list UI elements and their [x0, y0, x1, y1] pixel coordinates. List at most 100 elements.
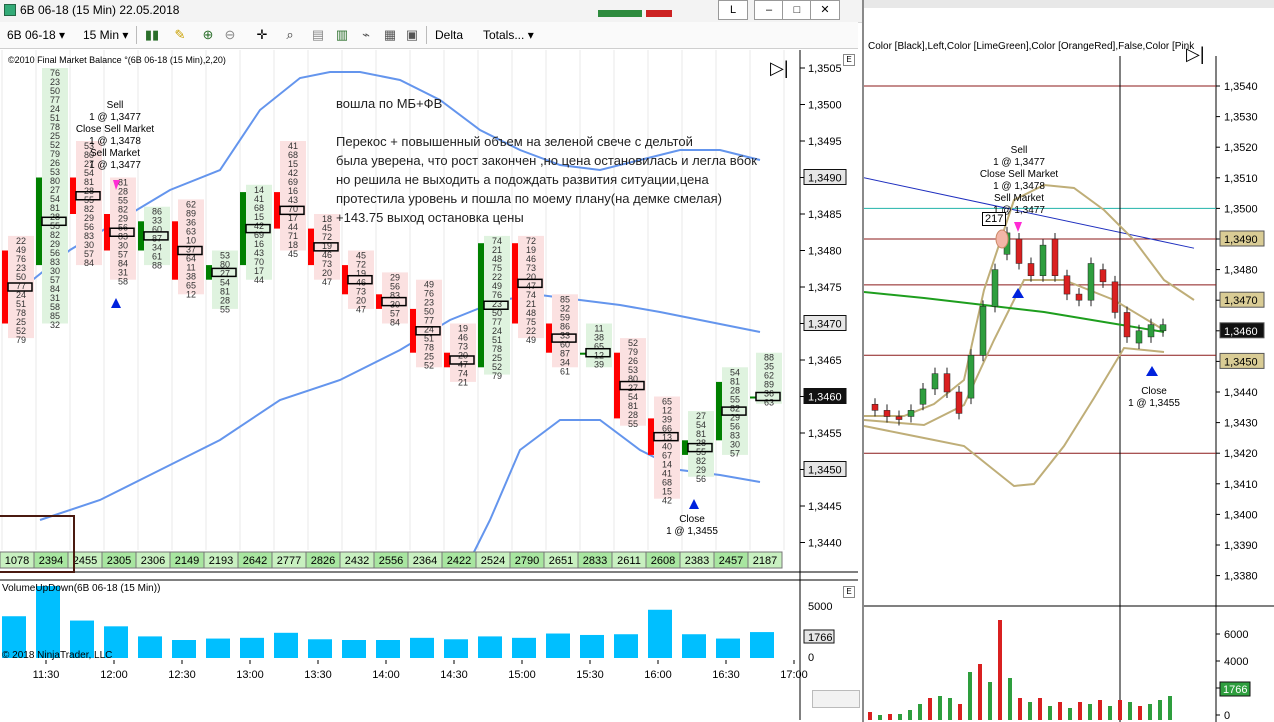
price-marker-label: 1,3470	[808, 319, 842, 331]
marker-line: 1 @ 1,3455	[666, 526, 718, 537]
volume-marker-label: 1766	[1223, 684, 1247, 696]
delta-button[interactable]: Delta	[432, 26, 466, 44]
totals-dropdown[interactable]: Totals... ▾	[480, 26, 537, 44]
volume-bar	[614, 634, 638, 658]
totals-value: 2193	[209, 555, 233, 567]
candle-body	[1075, 293, 1083, 301]
volume-bar	[682, 634, 706, 658]
time-tick-label: 13:00	[236, 669, 264, 681]
play-triangle-icon[interactable]: ▷|	[1186, 44, 1205, 65]
data-box-icon[interactable]: ▣	[404, 27, 420, 43]
play-triangle-icon[interactable]: ▷|	[770, 58, 790, 78]
time-tick-label: 14:00	[372, 669, 400, 681]
minimize-button[interactable]: –	[754, 0, 784, 20]
totals-value: 2383	[685, 555, 709, 567]
volume-bar	[240, 637, 264, 658]
chart-window-candles[interactable]: 1,3540 1,3530 1,3520 1,3510 1,3500 1,3490 1,34…	[864, 0, 1274, 722]
footprint-cell-value: 63	[764, 398, 774, 408]
totals-value: 2608	[651, 555, 675, 567]
price-tick-label: 1,3480	[808, 246, 842, 258]
volume-bar	[878, 715, 882, 720]
footprint-candle-body	[614, 352, 620, 419]
maximize-button[interactable]: □	[782, 0, 812, 20]
instrument-selector[interactable]: 6B 06-18 ▾	[4, 26, 68, 44]
link-button[interactable]: L	[718, 0, 748, 20]
pencil-icon[interactable]: ✎	[172, 27, 188, 43]
totals-value: 2457	[719, 555, 743, 567]
templates-icon[interactable]: ▦	[382, 27, 398, 43]
totals-value: 2651	[549, 555, 573, 567]
volume-bar	[512, 637, 536, 658]
window-title: 6B 06-18 (15 Min) 22.05.2018	[20, 3, 180, 17]
footprint-candle-body	[410, 308, 416, 353]
price-tick-label: 1,3505	[808, 63, 842, 75]
totals-value: 1078	[5, 555, 29, 567]
time-tick-label: 17:00	[780, 669, 808, 681]
marker-line: 1 @ 1,3478	[993, 181, 1045, 192]
totals-value: 2524	[481, 555, 505, 567]
footprint-cell-value: 52	[424, 361, 434, 371]
footprint-candle-body	[172, 221, 178, 280]
volume-tick-label: 6000	[1224, 629, 1248, 641]
volume-bar	[206, 638, 230, 658]
footprint-candle-body	[376, 294, 382, 309]
volume-bar	[444, 639, 468, 658]
price-marker-label: 1,3470	[1224, 295, 1258, 307]
scale-button[interactable]: E	[843, 54, 855, 66]
marker-line: Sell	[106, 100, 124, 111]
volume-bar	[274, 632, 298, 658]
volume-bar	[1118, 700, 1122, 720]
entry-highlight	[995, 229, 1009, 249]
scale-button[interactable]: E	[843, 586, 855, 598]
totals-value: 2777	[277, 555, 301, 567]
horizontal-scrollbar[interactable]	[812, 690, 860, 708]
zoom-in-icon[interactable]: ⊕	[200, 27, 216, 43]
marker-line: Sell Market	[89, 148, 140, 159]
candle-body	[883, 410, 891, 417]
marker-line: 1 @ 1,3477	[993, 157, 1045, 168]
footprint-cell-value: 12	[186, 289, 196, 299]
price-tick-label: 1,3410	[1224, 479, 1258, 491]
zoom-out-icon[interactable]: ⊖	[222, 27, 238, 43]
note-line: Перекос + повышенный объем на зеленой св…	[336, 134, 693, 149]
volume-bar	[546, 633, 570, 658]
volume-bar	[308, 639, 332, 658]
bar-type-icon[interactable]: ▮▮	[144, 27, 160, 43]
volume-bar	[928, 698, 932, 720]
volume-bar	[1018, 698, 1022, 720]
indicator-parameters: Color [Black],Left,Color [LimeGreen],Col…	[868, 41, 1195, 52]
magnifier-icon[interactable]: ⌕	[282, 27, 298, 43]
crosshair-icon[interactable]: ✛	[254, 27, 270, 43]
volume-bar	[580, 634, 604, 658]
volume-tick-label: 5000	[808, 601, 832, 613]
volume-bar	[172, 640, 196, 658]
strategies-icon[interactable]: ⌁	[358, 27, 374, 43]
footprint-cell-value: 61	[560, 366, 570, 376]
footprint-cell-value: 47	[356, 305, 366, 315]
candle-body	[1015, 238, 1023, 264]
totals-value: 2305	[107, 555, 131, 567]
volume-bar	[1038, 698, 1042, 720]
volume-bar	[138, 636, 162, 658]
indicators-icon[interactable]: ▥	[334, 27, 350, 43]
footprint-candle-body	[750, 396, 756, 399]
trade-note: вошла по МБ+ФВ Перекос + повышенный объе…	[336, 96, 757, 229]
footprint-candle-body	[648, 418, 654, 455]
price-tick-label: 1,3465	[808, 355, 842, 367]
window-title-bar[interactable]: 6B 06-18 (15 Min) 22.05.2018 L – □ ✕	[0, 0, 862, 23]
volume-bar	[716, 638, 740, 658]
footprint-chart[interactable]: 1,3505 1,3500 1,3495 1,3490 1,3485 1,3480 1,34…	[0, 50, 860, 720]
period-selector[interactable]: 15 Min ▾	[80, 26, 131, 44]
volume-panel-title: VolumeUpDown(6B 06-18 (15 Min))	[2, 583, 161, 594]
footprint-cell-value: 84	[390, 317, 400, 327]
footprint-candle-body	[444, 352, 450, 368]
buy-arrow-icon	[111, 298, 121, 308]
note-line: была уверена, что рост закончен ,но цена…	[336, 153, 757, 168]
volume-bar	[938, 696, 942, 720]
footprint-cell-value: 56	[696, 474, 706, 484]
close-button[interactable]: ✕	[810, 0, 840, 20]
properties-icon[interactable]: ▤	[310, 27, 326, 43]
bollinger-band-line	[39, 293, 761, 521]
note-line: +143.75 выход остановка цены	[336, 210, 524, 225]
footprint-candle-body	[206, 265, 212, 280]
